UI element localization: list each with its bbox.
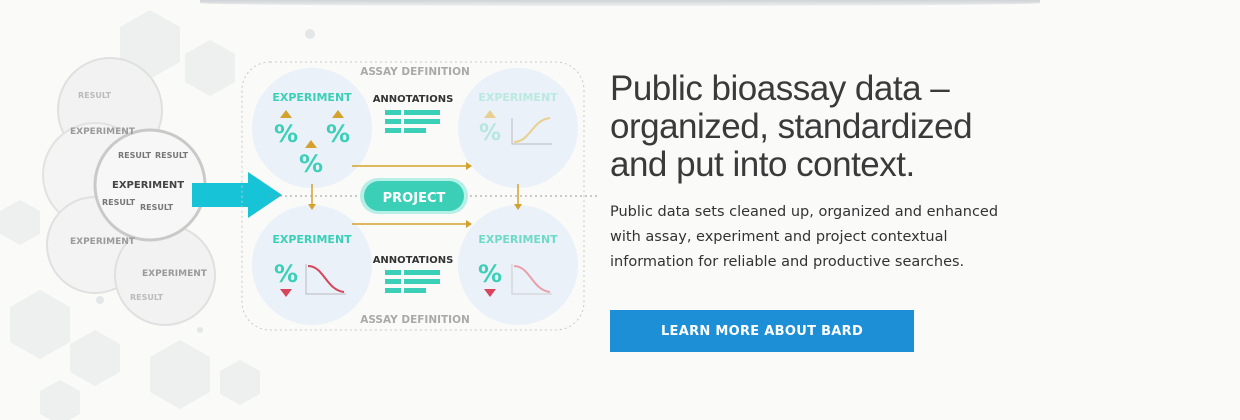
result-text: RESULT: [118, 151, 152, 160]
experiment-text: EXPERIMENT: [112, 180, 184, 191]
percent-icon: %: [326, 120, 350, 148]
result-text: RESULT: [155, 151, 189, 160]
project-pill: PROJECT: [360, 178, 468, 214]
experiment-label: EXPERIMENT: [478, 91, 558, 104]
annotations-label-bottom: ANNOTATIONS: [373, 255, 454, 266]
headline: Public bioassay data – organized, standa…: [610, 70, 1030, 184]
result-text: RESULT: [78, 91, 112, 100]
experiment-label: EXPERIMENT: [478, 233, 558, 246]
experiment-label: EXPERIMENT: [272, 233, 352, 246]
annotations-icon: [385, 270, 440, 293]
assay-definition-bottom-label: ASSAY DEFINITION: [360, 314, 470, 326]
assay-definition-top-label: ASSAY DEFINITION: [360, 66, 470, 78]
percent-icon: %: [478, 260, 502, 288]
percent-icon: %: [274, 120, 298, 148]
experiment-circle-bottom-right: [458, 205, 578, 325]
project-label: PROJECT: [383, 191, 446, 206]
headline-line: Public bioassay data –: [610, 69, 950, 108]
percent-icon: %: [479, 121, 501, 146]
learn-more-button[interactable]: LEARN MORE ABOUT BARD: [610, 310, 914, 352]
experiment-label: EXPERIMENT: [272, 91, 352, 104]
experiment-circle-bottom-left: [252, 205, 372, 325]
bioassay-diagram: RESULT RESULT RESULT RESULT EXPERIMENT E…: [42, 57, 600, 331]
experiment-text: EXPERIMENT: [70, 127, 136, 137]
result-text: RESULT: [102, 198, 136, 207]
annotations-icon: [385, 110, 440, 133]
result-circles: RESULT RESULT RESULT RESULT EXPERIMENT E…: [42, 57, 216, 326]
annotations-label-top: ANNOTATIONS: [373, 94, 454, 105]
hero-description: Public data sets cleaned up, organized a…: [610, 204, 999, 270]
percent-icon: %: [274, 260, 298, 288]
experiment-circle-top-right: [458, 68, 578, 188]
experiment-text: EXPERIMENT: [70, 237, 136, 247]
experiment-text: EXPERIMENT: [142, 269, 208, 279]
result-text: RESULT: [140, 203, 174, 212]
result-text: RESULT: [130, 293, 164, 302]
percent-icon: %: [299, 150, 323, 178]
headline-line: organized, standardized: [610, 107, 973, 146]
headline-line: and put into context.: [610, 145, 915, 184]
